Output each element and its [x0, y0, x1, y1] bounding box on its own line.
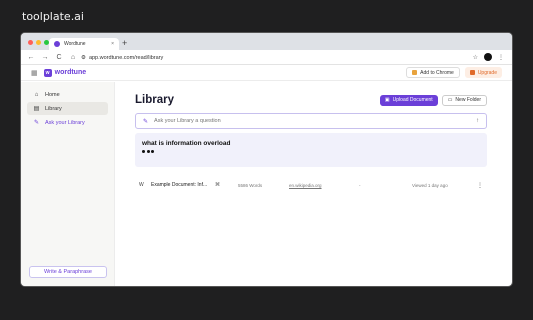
- title-actions: ▣ Upload Document ▭ New Folder: [379, 94, 487, 106]
- site-info-icon: ⚙: [81, 54, 86, 61]
- address-bar: ← → C ⌂ ⚙ app.wordtune.com/read/library …: [21, 50, 512, 65]
- add-to-chrome-button[interactable]: Add to Chrome: [406, 67, 460, 78]
- sidebar-item-label: Home: [45, 91, 60, 98]
- document-icon: W: [139, 182, 144, 188]
- sidebar-item-label: Library: [45, 105, 62, 112]
- header-actions: Add to Chrome Upgrade: [406, 67, 502, 78]
- new-folder-label: New Folder: [455, 97, 481, 103]
- send-arrow-icon[interactable]: ↑: [476, 118, 479, 124]
- upload-document-label: Upload Document: [392, 97, 433, 103]
- close-window-button[interactable]: [28, 40, 33, 45]
- answer-question: what is information overload: [142, 140, 231, 147]
- back-arrow-icon[interactable]: ←: [27, 54, 35, 61]
- url-text: app.wordtune.com/read/library: [88, 54, 164, 61]
- answer-panel: what is information overload: [135, 133, 487, 167]
- forward-arrow-icon[interactable]: →: [41, 54, 49, 61]
- tab-strip: Wordtune × +: [21, 33, 512, 50]
- title-row: Library ▣ Upload Document ▭ New Folder: [135, 94, 487, 106]
- typing-indicator-icon: [142, 150, 480, 153]
- folder-icon: ▭: [447, 97, 453, 103]
- tab-close-icon[interactable]: ×: [111, 41, 114, 47]
- upgrade-button[interactable]: Upgrade: [464, 67, 502, 78]
- upload-document-button[interactable]: ▣ Upload Document: [379, 94, 438, 106]
- more-options-icon[interactable]: ⋮: [477, 182, 483, 189]
- toolplate-brand: toolplate.ai: [22, 10, 84, 23]
- bookmark-star-icon[interactable]: ☆: [473, 54, 478, 61]
- document-name[interactable]: Example Document: Inf...: [151, 182, 207, 188]
- sidebar-item-ask-library[interactable]: ✎ Ask your Library: [27, 116, 108, 129]
- tab-title: Wordtune: [64, 41, 86, 47]
- sidebar-item-home[interactable]: ⌂ Home: [27, 88, 108, 101]
- document-folder: -: [359, 182, 361, 188]
- new-folder-button[interactable]: ▭ New Folder: [441, 94, 487, 106]
- ask-library-icon: ✎: [33, 120, 40, 126]
- sidebar-item-label: Ask your Library: [45, 119, 85, 126]
- address-bar-actions: ☆ ⋮: [473, 53, 504, 61]
- home-nav-icon[interactable]: ⌂: [69, 54, 77, 61]
- browser-window: Wordtune × + ← → C ⌂ ⚙ app.wordtune.com/…: [20, 32, 513, 287]
- write-paraphrase-button[interactable]: Write & Paraphrase: [29, 266, 107, 278]
- ask-library-box: ✎ ↑: [135, 113, 487, 129]
- wordtune-favicon-icon: [54, 41, 60, 47]
- home-icon: ⌂: [34, 91, 39, 98]
- main-content: Library ▣ Upload Document ▭ New Folder ✎…: [115, 82, 512, 286]
- ask-library-input[interactable]: [154, 118, 470, 124]
- browser-menu-icon[interactable]: ⋮: [498, 54, 504, 61]
- upload-icon: ▣: [384, 97, 390, 103]
- library-icon: ▤: [33, 106, 40, 112]
- wordtune-logo[interactable]: w wordtune: [43, 68, 87, 77]
- logo-text: wordtune: [54, 69, 87, 76]
- sidebar-item-library[interactable]: ▤ Library: [27, 102, 108, 115]
- app-header: ▦ w wordtune Add to Chrome Upgrade: [21, 65, 512, 81]
- document-link-icon: ⌘: [215, 182, 220, 188]
- window-controls: [28, 40, 49, 45]
- wordtune-logo-icon: w: [43, 68, 52, 77]
- reload-icon[interactable]: C: [55, 54, 63, 61]
- sidebar: ⌂ Home ▤ Library ✎ Ask your Library Writ…: [21, 82, 115, 286]
- document-word-count: 5586 Words: [238, 182, 263, 188]
- document-row[interactable]: W Example Document: Inf... ⌘ 5586 Words …: [135, 180, 487, 190]
- new-tab-button[interactable]: +: [122, 38, 127, 48]
- chrome-icon: [412, 70, 418, 75]
- ask-sparkle-icon: ✎: [143, 118, 149, 125]
- minimize-window-button[interactable]: [36, 40, 41, 45]
- document-viewed-time: Viewed 1 day ago: [412, 182, 448, 188]
- upgrade-icon: [469, 70, 475, 75]
- add-to-chrome-label: Add to Chrome: [420, 69, 454, 76]
- profile-avatar[interactable]: [484, 53, 492, 61]
- apps-grid-icon[interactable]: ▦: [31, 69, 38, 77]
- page-title: Library: [135, 94, 174, 106]
- browser-tab[interactable]: Wordtune ×: [49, 38, 119, 50]
- url-field[interactable]: ⚙ app.wordtune.com/read/library: [81, 53, 163, 62]
- upgrade-label: Upgrade: [477, 69, 497, 76]
- document-source-link[interactable]: en.wikipedia.org: [289, 183, 322, 188]
